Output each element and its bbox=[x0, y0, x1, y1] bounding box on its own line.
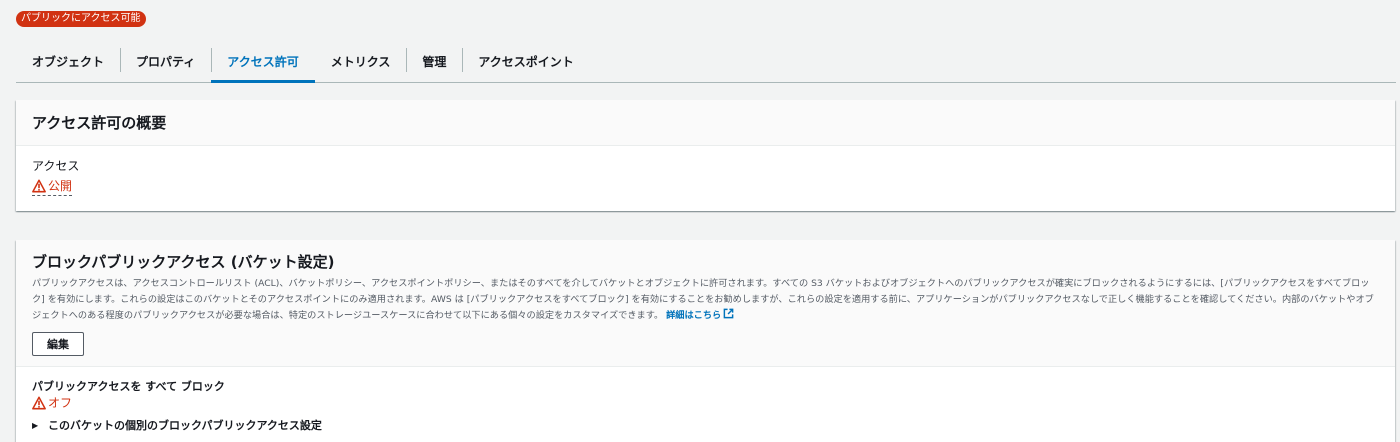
permissions-overview-panel: アクセス許可の概要 アクセス 公開 bbox=[16, 100, 1395, 211]
expander-label: このバケットの個別のブロックパブリックアクセス設定 bbox=[48, 419, 322, 432]
block-body: パブリックアクセスを すべて ブロック オフ ▶ このバケットの個別のブロックパ… bbox=[16, 367, 1395, 442]
block-all-setting-title: パブリックアクセスを すべて ブロック bbox=[32, 380, 225, 393]
tab-management[interactable]: 管理 bbox=[406, 40, 462, 82]
individual-settings-expander[interactable]: ▶ このバケットの個別のブロックパブリックアクセス設定 bbox=[32, 418, 1379, 434]
tab-properties[interactable]: プロパティ bbox=[120, 40, 211, 82]
public-access-badge: パブリックにアクセス可能 bbox=[16, 11, 146, 27]
tab-bar: オブジェクト プロパティ アクセス許可 メトリクス 管理 アクセスポイント bbox=[16, 40, 1396, 83]
warning-icon bbox=[32, 179, 46, 193]
tab-permissions[interactable]: アクセス許可 bbox=[211, 40, 316, 83]
block-title: ブロックパブリックアクセス (バケット設定) bbox=[32, 253, 335, 271]
block-header: ブロックパブリックアクセス (バケット設定) パブリックアクセスは、アクセスコン… bbox=[16, 240, 1395, 367]
access-status-text: 公開 bbox=[48, 179, 73, 193]
overview-header: アクセス許可の概要 bbox=[16, 100, 1395, 146]
tab-metrics[interactable]: メトリクス bbox=[315, 40, 407, 82]
tab-access-points[interactable]: アクセスポイント bbox=[462, 40, 589, 82]
learn-more-link[interactable]: 詳細はこちら bbox=[666, 308, 734, 321]
overview-body: アクセス 公開 bbox=[16, 146, 1395, 209]
block-public-access-panel: ブロックパブリックアクセス (バケット設定) パブリックアクセスは、アクセスコン… bbox=[16, 240, 1395, 442]
access-label: アクセス bbox=[32, 159, 80, 173]
overview-title: アクセス許可の概要 bbox=[32, 114, 167, 132]
external-link-icon bbox=[723, 308, 734, 319]
warning-icon bbox=[32, 396, 46, 410]
page-root: パブリックにアクセス可能 オブジェクト プロパティ アクセス許可 メトリクス 管… bbox=[0, 0, 1400, 442]
learn-more-text: 詳細はこちら bbox=[666, 310, 722, 321]
block-all-status: オフ bbox=[32, 395, 72, 411]
edit-button[interactable]: 編集 bbox=[32, 332, 84, 356]
block-description: パブリックアクセスは、アクセスコントロールリスト (ACL)、バケットポリシー、… bbox=[32, 276, 1382, 324]
block-all-status-text: オフ bbox=[48, 396, 73, 410]
tab-objects[interactable]: オブジェクト bbox=[16, 40, 120, 82]
caret-right-icon: ▶ bbox=[32, 421, 39, 430]
access-status[interactable]: 公開 bbox=[32, 178, 73, 196]
